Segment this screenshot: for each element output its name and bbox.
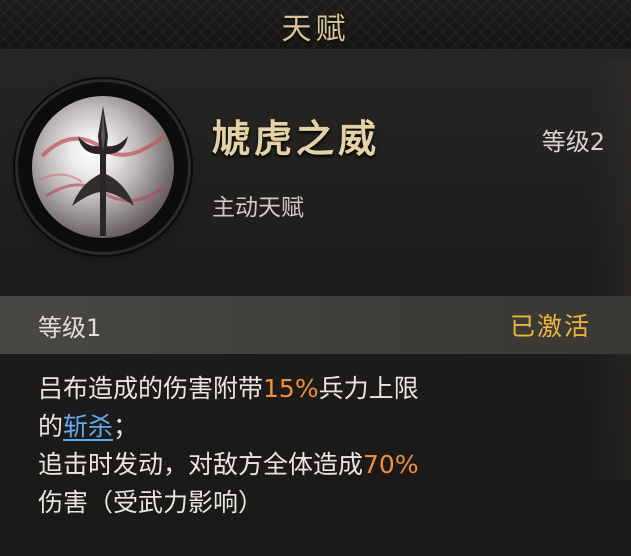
description-text: 吕布造成的伤害附带 <box>38 374 264 403</box>
halberd-emblem-icon <box>32 96 174 238</box>
talent-level: 等级2 <box>541 128 605 156</box>
level-label: 等级1 <box>38 314 102 342</box>
talent-name: 虓虎之威 <box>212 116 381 161</box>
page-title: 天赋 <box>281 12 350 47</box>
description-line: 的斩杀； <box>38 408 608 446</box>
header-bar: 天赋 <box>0 0 631 50</box>
description-line: 追击时发动，对敌方全体造成70% <box>38 446 608 484</box>
description-text: ； <box>113 412 139 441</box>
description-text: 的 <box>38 412 64 441</box>
description-text: 兵力上限 <box>318 374 419 403</box>
percentage-value: 70% <box>363 450 419 479</box>
description-line: 吕布造成的伤害附带15%兵力上限 <box>38 370 608 408</box>
activated-status: 已激活 <box>509 312 591 341</box>
level-row: 等级1 已激活 <box>0 296 631 354</box>
description-line: 伤害（受武力影响） <box>38 488 264 517</box>
talent-icon-frame[interactable] <box>18 82 188 252</box>
percentage-value: 15% <box>263 374 319 403</box>
talent-description: 吕布造成的伤害附带15%兵力上限 的斩杀； 追击时发动，对敌方全体造成70% 伤… <box>38 370 608 522</box>
execute-keyword-link[interactable]: 斩杀 <box>63 412 113 441</box>
talent-type: 主动天赋 <box>212 195 304 221</box>
description-text: 追击时发动，对敌方全体造成 <box>38 450 364 479</box>
